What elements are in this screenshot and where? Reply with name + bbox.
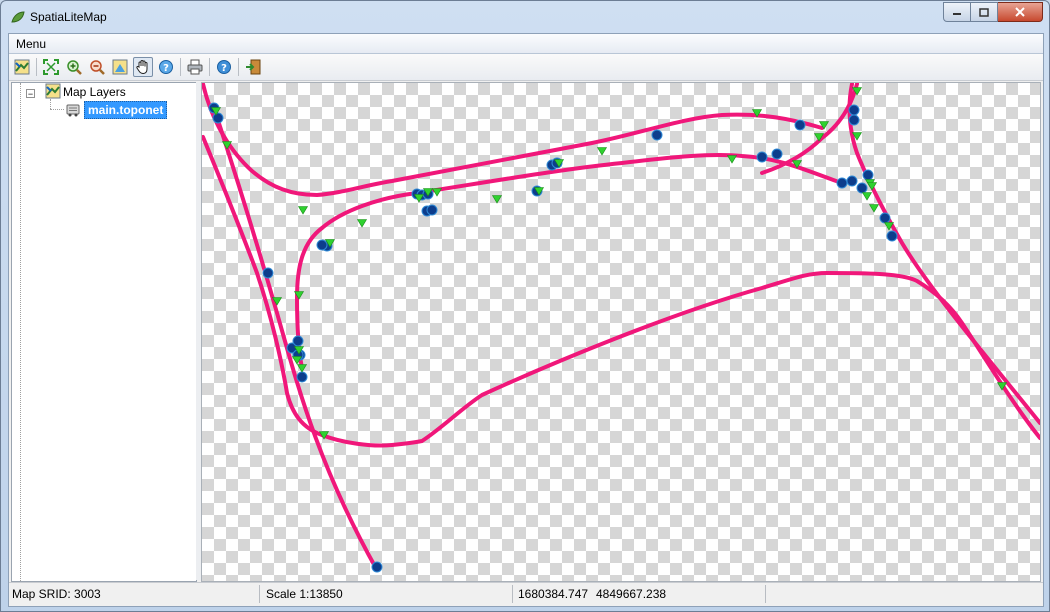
status-coord-x: 1680384.747 (518, 587, 589, 601)
network-node-marker (862, 169, 874, 181)
exit-button[interactable] (243, 57, 263, 77)
direction-arrow-marker (491, 195, 503, 204)
network-link-line (202, 135, 324, 437)
full-extent-icon (43, 59, 59, 75)
status-separator (259, 585, 260, 603)
network-node-marker (316, 239, 328, 251)
help-button[interactable]: ? (156, 57, 176, 77)
map-layers-icon (45, 83, 61, 99)
tree-guide-line (20, 83, 21, 581)
map-layers-button[interactable] (12, 57, 32, 77)
toolbar-separator (36, 58, 37, 76)
print-icon (187, 59, 203, 75)
minimize-icon (953, 13, 961, 15)
menu-bar: Menu (9, 34, 1043, 54)
app-window: SpatiaLiteMap Menu ? ? − Map Layers main… (0, 0, 1050, 612)
network-link-line (320, 270, 1040, 448)
zoom-out-button[interactable] (87, 57, 107, 77)
info-button[interactable]: ? (214, 57, 234, 77)
exit-icon (246, 59, 261, 75)
zoom-in-button[interactable] (64, 57, 84, 77)
network-layer-icon (66, 104, 80, 117)
direction-arrow-marker (861, 192, 873, 201)
maximize-icon (979, 7, 989, 17)
tree-guide-line (50, 109, 64, 110)
toolbar-separator (238, 58, 239, 76)
direction-arrow-marker (296, 364, 308, 373)
map-canvas[interactable] (201, 82, 1041, 582)
network-node-marker (836, 177, 848, 189)
tree-guide-line (50, 99, 51, 109)
network-node-marker (262, 267, 274, 279)
identify-icon (112, 59, 128, 75)
network-node-marker (756, 151, 768, 163)
menu-main[interactable]: Menu (16, 37, 46, 51)
network-node-marker (794, 119, 806, 131)
close-button[interactable] (998, 2, 1043, 22)
status-separator (512, 585, 513, 603)
print-button[interactable] (185, 57, 205, 77)
network-node-marker (879, 212, 891, 224)
tree-layer-toponet[interactable]: main.toponet (84, 101, 168, 119)
close-icon (1015, 7, 1025, 17)
network-node-marker (886, 230, 898, 242)
svg-text:?: ? (221, 63, 227, 74)
client-area: Menu ? ? − Map Layers main.toponet Map S… (8, 33, 1044, 607)
toolbar-separator (180, 58, 181, 76)
map-network-drawing (202, 83, 1040, 573)
zoom-in-icon (67, 60, 82, 75)
network-link-line (847, 83, 1040, 425)
pan-button[interactable] (133, 57, 153, 77)
help-icon: ? (159, 60, 173, 74)
toolbar-separator (209, 58, 210, 76)
window-title: SpatiaLiteMap (30, 10, 107, 24)
pan-hand-icon (136, 59, 148, 75)
info-icon: ? (217, 60, 231, 74)
tree-expander[interactable]: − (26, 89, 35, 99)
full-extent-button[interactable] (41, 57, 61, 77)
network-link-line (320, 153, 844, 230)
status-separator (765, 585, 766, 603)
status-srid: Map SRID: 3003 (12, 587, 101, 601)
zoom-out-icon (90, 60, 105, 75)
network-node-marker (371, 561, 383, 573)
caption-buttons (943, 2, 1043, 22)
title-bar[interactable]: SpatiaLiteMap (1, 1, 1049, 33)
network-node-marker (292, 335, 304, 347)
direction-arrow-marker (297, 206, 309, 215)
status-coord-y: 4849667.238 (596, 587, 667, 601)
network-node-marker (651, 129, 663, 141)
network-node-marker (426, 204, 438, 216)
svg-text:?: ? (163, 63, 169, 74)
map-layers-icon (14, 59, 30, 75)
app-icon (11, 11, 25, 23)
direction-arrow-marker (726, 155, 738, 164)
network-node-marker (296, 371, 308, 383)
direction-arrow-marker (868, 204, 880, 213)
network-node-marker (771, 148, 783, 160)
layers-tree: − Map Layers main.toponet (11, 82, 197, 582)
network-node-marker (212, 112, 224, 124)
network-node-marker (848, 104, 860, 116)
status-bar: Map SRID: 3003 Scale 1:13850 1680384.747… (9, 582, 1043, 605)
status-scale: Scale 1:13850 (266, 587, 343, 601)
direction-arrow-marker (356, 219, 368, 228)
network-node-marker (856, 182, 868, 194)
identify-button[interactable] (110, 57, 130, 77)
direction-arrow-marker (596, 147, 608, 156)
maximize-button[interactable] (971, 2, 998, 22)
toolbar: ? ? (9, 54, 1043, 81)
minimize-button[interactable] (943, 2, 971, 22)
network-node-marker (848, 114, 860, 126)
tree-root-label[interactable]: Map Layers (63, 85, 126, 99)
network-node-marker (846, 175, 858, 187)
